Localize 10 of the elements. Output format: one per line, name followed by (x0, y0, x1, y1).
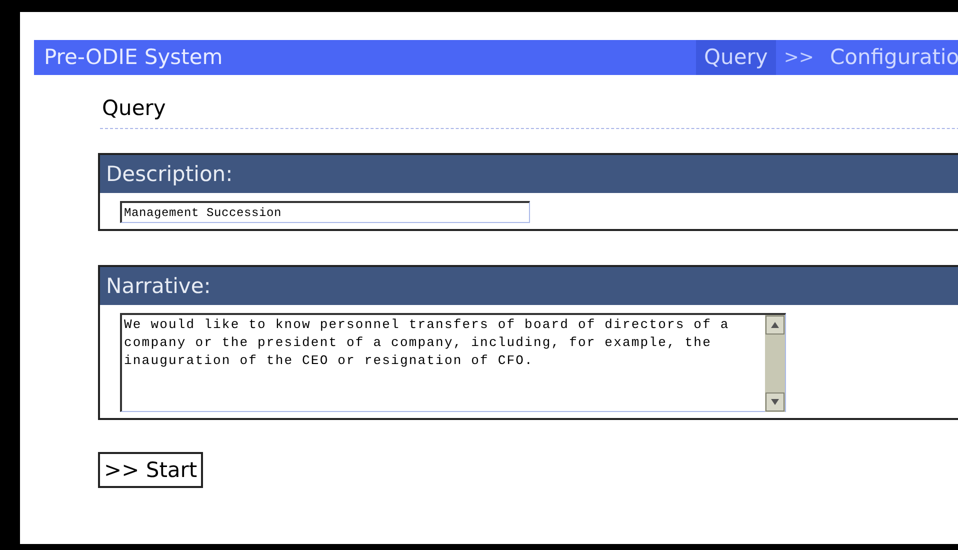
narrative-field[interactable]: We would like to know personnel transfers of board of directors of a company or the president of a company, including, for example, the inauguration of the CEO or resignation of CFO. (120, 313, 786, 412)
page-heading: Query (101, 95, 167, 122)
section-label: Description: (106, 162, 233, 186)
start-button[interactable]: >> Start (98, 452, 204, 488)
app-title: Pre-ODIE System (43, 44, 223, 71)
step-tab[interactable]: Query (696, 40, 776, 75)
section-label: Narrative: (106, 274, 211, 298)
scrollbar[interactable] (765, 315, 785, 412)
description-field[interactable]: Management Succession (120, 201, 530, 223)
step-separator: >> (782, 46, 815, 70)
